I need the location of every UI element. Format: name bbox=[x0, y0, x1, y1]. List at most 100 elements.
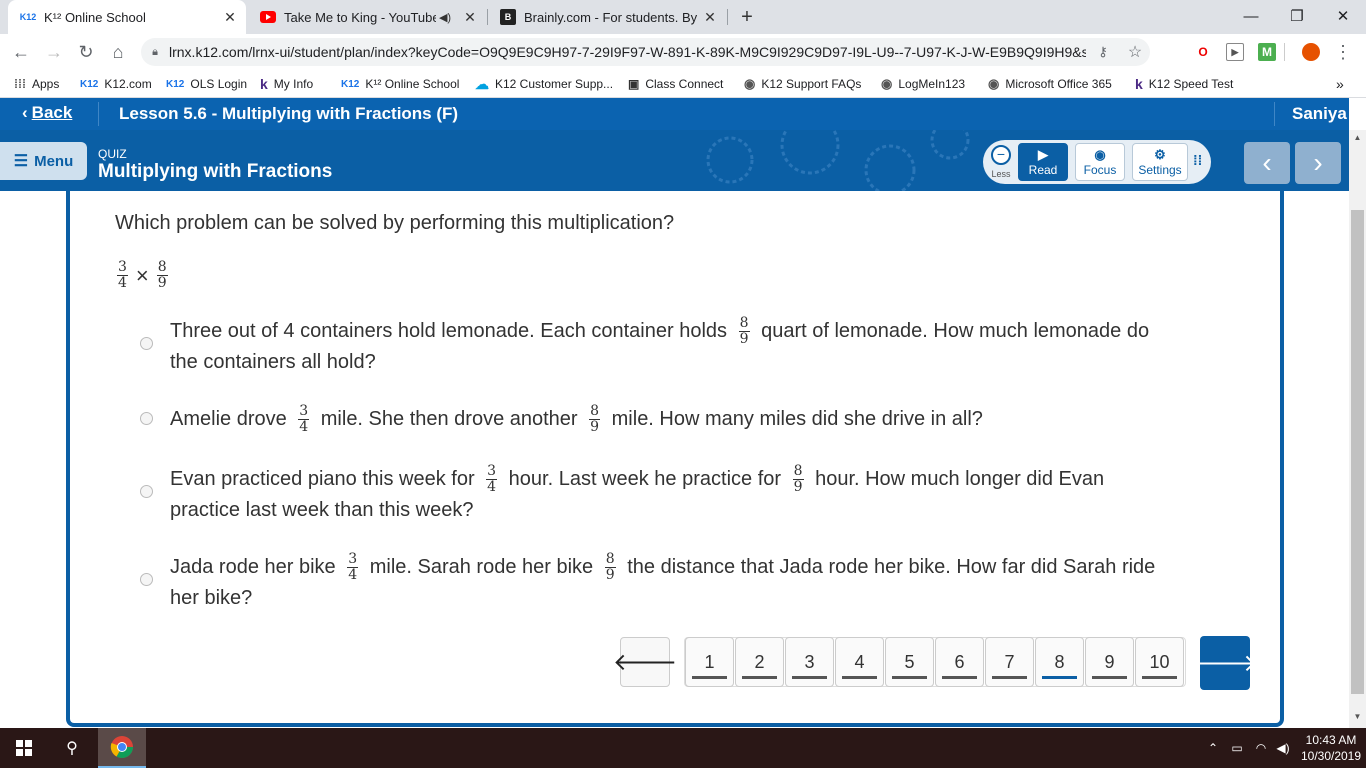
bookmark-support-faqs[interactable]: ◉ K12 Support FAQs bbox=[744, 70, 861, 98]
fraction: 89 bbox=[156, 259, 168, 291]
radio-button[interactable] bbox=[140, 485, 153, 498]
less-button[interactable]: − Less bbox=[987, 142, 1015, 182]
windows-taskbar: ⚲ ⌃ ▭ ◠ ◀) 10:43 AM 10/30/2019 bbox=[0, 728, 1366, 768]
fraction: 34 bbox=[347, 551, 359, 584]
close-icon[interactable]: ✕ bbox=[220, 9, 240, 26]
home-icon[interactable]: ⌂ bbox=[103, 34, 133, 70]
fraction: 34 bbox=[298, 403, 310, 436]
answer-option-4[interactable]: Jada rode her bike 34 mile. Sarah rode h… bbox=[140, 552, 1160, 614]
fraction: 89 bbox=[738, 315, 750, 348]
play-icon: ▶ bbox=[1038, 147, 1048, 162]
reload-icon[interactable]: ↻ bbox=[71, 34, 101, 70]
k12-logo-icon: K12 bbox=[19, 12, 37, 22]
window-close-button[interactable]: ✕ bbox=[1320, 0, 1366, 32]
bookmark-logmein[interactable]: ◉ LogMeIn123 bbox=[881, 70, 965, 98]
globe-icon: ◉ bbox=[744, 76, 756, 91]
bookmark-office-365[interactable]: ◉ Microsoft Office 365 bbox=[988, 70, 1112, 98]
k12-icon: k bbox=[1135, 76, 1143, 92]
bookmark-speed-test[interactable]: k K12 Speed Test bbox=[1135, 70, 1233, 98]
forward-arrow-icon[interactable]: → bbox=[39, 34, 69, 70]
page-button[interactable]: 1 bbox=[685, 637, 734, 687]
close-icon[interactable]: ✕ bbox=[700, 9, 720, 26]
search-icon[interactable]: ⚲ bbox=[48, 728, 96, 768]
page-button[interactable]: 5 bbox=[885, 637, 934, 687]
previous-question-button[interactable]: 🡐 bbox=[613, 637, 677, 687]
menu-button[interactable]: ☰ Menu bbox=[0, 142, 87, 180]
fraction: 34 bbox=[486, 463, 498, 496]
radio-button[interactable] bbox=[140, 337, 153, 350]
system-clock[interactable]: 10:43 AM 10/30/2019 bbox=[1300, 732, 1362, 764]
wifi-icon[interactable]: ◠ bbox=[1252, 728, 1270, 768]
page-button[interactable]: 4 bbox=[835, 637, 884, 687]
bookmark-apps[interactable]: ⁞⁞⁞ Apps bbox=[14, 70, 59, 98]
star-icon[interactable]: ☆ bbox=[1120, 42, 1150, 62]
scrollbar-thumb[interactable] bbox=[1351, 210, 1364, 694]
chrome-taskbar-button[interactable] bbox=[98, 728, 146, 768]
apps-grid-icon: ⁞⁞⁞ bbox=[14, 77, 26, 91]
grid-toggle-icon[interactable]: ⁞⁞ bbox=[1193, 152, 1207, 172]
gear-icon: ⚙ bbox=[1154, 147, 1166, 162]
bookmark-ols-login[interactable]: K12 OLS Login bbox=[166, 70, 247, 98]
tab-youtube[interactable]: Take Me to King - YouTube ◀) ✕ bbox=[248, 0, 486, 34]
bookmarks-overflow-button[interactable]: » bbox=[1336, 70, 1344, 98]
windows-start-button[interactable] bbox=[0, 728, 48, 768]
url-text: lrnx.k12.com/lrnx-ui/student/plan/index?… bbox=[169, 44, 1086, 60]
answer-option-3[interactable]: Evan practiced piano this week for 34 ho… bbox=[140, 464, 1160, 526]
radio-button[interactable] bbox=[140, 573, 153, 586]
arrow-left-icon: 🡐 bbox=[612, 649, 678, 676]
back-link[interactable]: ‹ Back bbox=[22, 103, 72, 123]
volume-icon[interactable]: ◀) bbox=[1274, 728, 1292, 768]
key-icon[interactable]: ⚷ bbox=[1086, 44, 1120, 60]
new-tab-button[interactable]: + bbox=[735, 5, 759, 29]
profile-avatar[interactable] bbox=[1302, 43, 1320, 61]
close-icon[interactable]: ✕ bbox=[460, 9, 480, 26]
page-button[interactable]: 6 bbox=[935, 637, 984, 687]
globe-icon: ◉ bbox=[988, 76, 1000, 91]
speaker-muted-icon[interactable]: ◀) bbox=[436, 11, 454, 24]
bookmark-class-connect[interactable]: ▣ Class Connect bbox=[628, 70, 723, 98]
minimize-button[interactable]: — bbox=[1228, 0, 1274, 32]
bookmark-k12-com[interactable]: K12 K12.com bbox=[80, 70, 152, 98]
k12-icon: K12 bbox=[80, 78, 99, 90]
address-bar[interactable]: 🔒︎ lrnx.k12.com/lrnx-ui/student/plan/ind… bbox=[141, 38, 1150, 66]
focus-button[interactable]: ◉ Focus bbox=[1075, 143, 1125, 181]
next-page-arrow[interactable]: › bbox=[1295, 142, 1341, 184]
page-button-current[interactable]: 8 bbox=[1035, 637, 1084, 687]
page-button[interactable]: 10 bbox=[1135, 637, 1184, 687]
answer-option-1[interactable]: Three out of 4 containers hold lemonade.… bbox=[140, 316, 1160, 378]
chrome-menu-icon[interactable]: ⋮ bbox=[1328, 34, 1358, 70]
restore-button[interactable]: ❐ bbox=[1274, 0, 1320, 32]
user-name[interactable]: Saniya bbox=[1292, 104, 1347, 124]
page-button[interactable]: 2 bbox=[735, 637, 784, 687]
answer-option-2[interactable]: Amelie drove 34 mile. She then drove ano… bbox=[140, 404, 1160, 435]
browser-toolbar: ← → ↻ ⌂ 🔒︎ lrnx.k12.com/lrnx-ui/student/… bbox=[0, 34, 1366, 70]
radio-button[interactable] bbox=[140, 412, 153, 425]
back-arrow-icon[interactable]: ← bbox=[6, 34, 36, 70]
opera-extension-icon[interactable]: O bbox=[1194, 43, 1212, 61]
bookmark-k12-online-school[interactable]: K12 K¹² Online School bbox=[341, 70, 459, 98]
fraction: 89 bbox=[604, 551, 616, 584]
lock-icon: 🔒︎ bbox=[152, 45, 158, 58]
play-extension-icon[interactable]: ▶ bbox=[1226, 43, 1244, 61]
bookmark-customer-support[interactable]: ☁ K12 Customer Supp... bbox=[475, 70, 613, 98]
page-button[interactable]: 7 bbox=[985, 637, 1034, 687]
multiplication-expression: 34 × 89 bbox=[115, 260, 170, 291]
tab-k12-online-school[interactable]: K12 K¹² Online School ✕ bbox=[8, 0, 246, 34]
next-question-button[interactable]: 🡒 bbox=[1193, 636, 1257, 690]
read-button[interactable]: ▶ Read bbox=[1018, 143, 1068, 181]
battery-icon[interactable]: ▭ bbox=[1228, 728, 1246, 768]
scroll-up-arrow[interactable]: ▲ bbox=[1349, 133, 1366, 147]
previous-page-arrow[interactable]: ‹ bbox=[1244, 142, 1290, 184]
tab-brainly[interactable]: B Brainly.com - For students. By stu ✕ bbox=[488, 0, 726, 34]
scroll-down-arrow[interactable]: ▼ bbox=[1349, 712, 1366, 726]
arrow-right-icon: 🡒 bbox=[1192, 650, 1258, 677]
windows-logo-icon bbox=[16, 740, 32, 756]
page-button[interactable]: 9 bbox=[1085, 637, 1134, 687]
bookmark-my-info[interactable]: k My Info bbox=[260, 70, 313, 98]
chevron-up-icon[interactable]: ⌃ bbox=[1204, 728, 1222, 768]
m-extension-icon[interactable]: M bbox=[1258, 43, 1276, 61]
k12-icon: K12 bbox=[341, 78, 360, 90]
settings-button[interactable]: ⚙ Settings bbox=[1132, 143, 1188, 181]
clock-date: 10/30/2019 bbox=[1300, 749, 1362, 763]
page-button[interactable]: 3 bbox=[785, 637, 834, 687]
